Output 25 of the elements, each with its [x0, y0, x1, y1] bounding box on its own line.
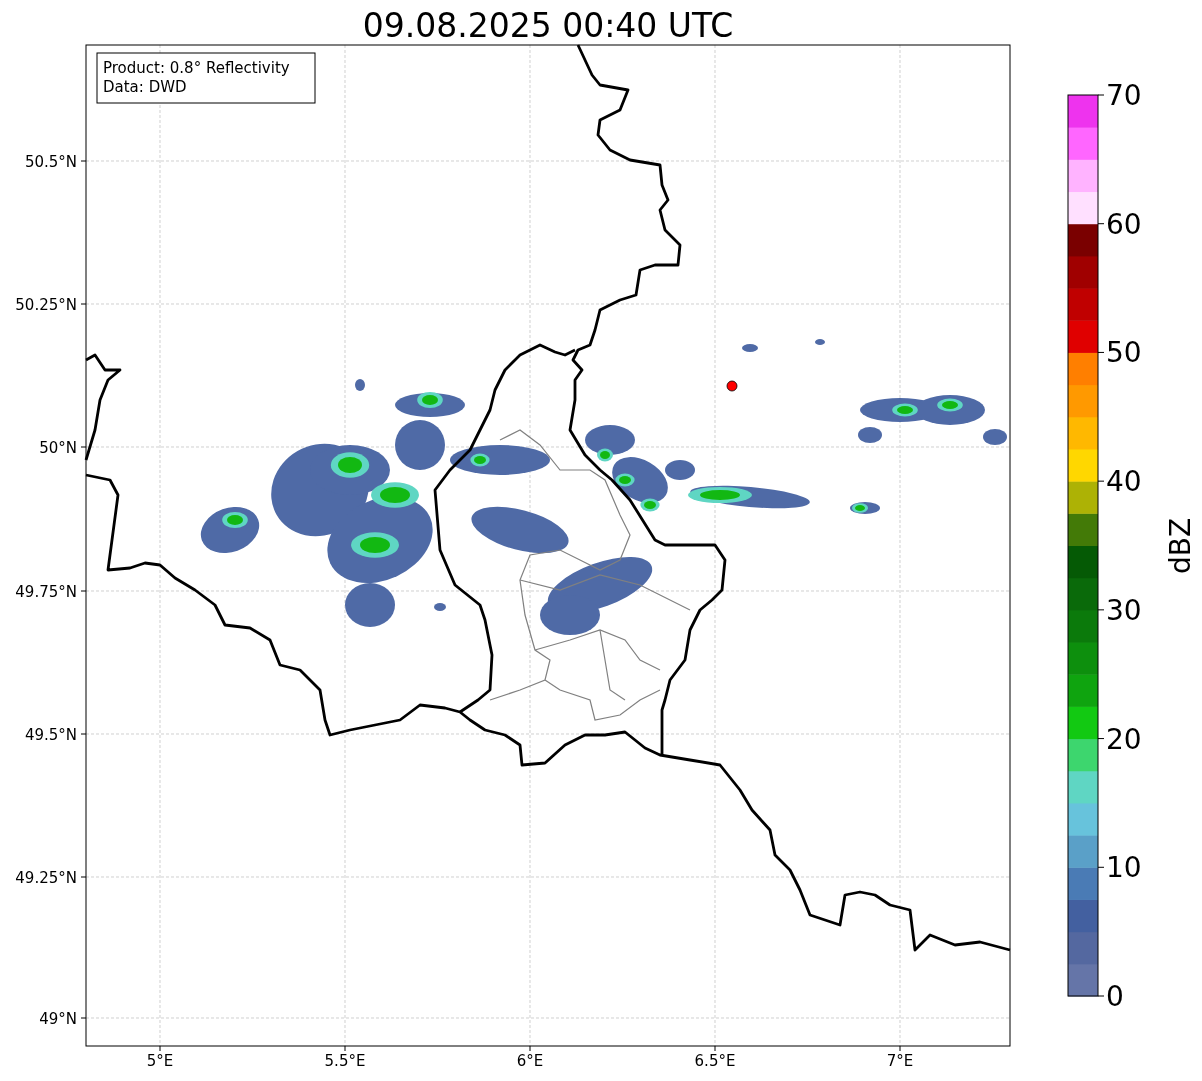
info-text: Product: 0.8° Reflectivity [103, 59, 290, 77]
colorbar-tick-label: 50 [1106, 336, 1142, 370]
location-marker [726, 380, 738, 392]
info-text: Data: DWD [103, 78, 187, 96]
latitude-label: 49.25°N [15, 869, 77, 887]
latitude-label: 49.5°N [24, 726, 77, 744]
longitude-label: 5°E [146, 1052, 174, 1070]
latitude-label: 49.75°N [15, 583, 77, 601]
colorbar-tick-label: 40 [1106, 465, 1142, 499]
chart-title: 09.08.2025 00:40 UTC [362, 6, 734, 45]
colorbar-tick-label: 30 [1106, 593, 1142, 627]
colorbar-tick-label: 20 [1106, 722, 1142, 756]
latitude-label: 50°N [39, 439, 77, 457]
colorbar-tick-label: 10 [1106, 851, 1142, 885]
colorbar-tick-label: 0 [1106, 980, 1124, 1013]
colorbar-tick-label: 60 [1106, 207, 1142, 241]
latitude-label: 49°N [39, 1010, 77, 1028]
latitude-label: 50.5°N [24, 153, 77, 171]
longitude-label: 5.5°E [324, 1052, 366, 1070]
longitude-label: 6.5°E [694, 1052, 736, 1070]
longitude-label: 6°E [516, 1052, 544, 1070]
latitude-label: 50.25°N [15, 296, 77, 314]
longitude-label: 7°E [886, 1052, 914, 1070]
colorbar-label: dBZ [1164, 517, 1197, 575]
colorbar-tick-label: 70 [1106, 79, 1142, 112]
